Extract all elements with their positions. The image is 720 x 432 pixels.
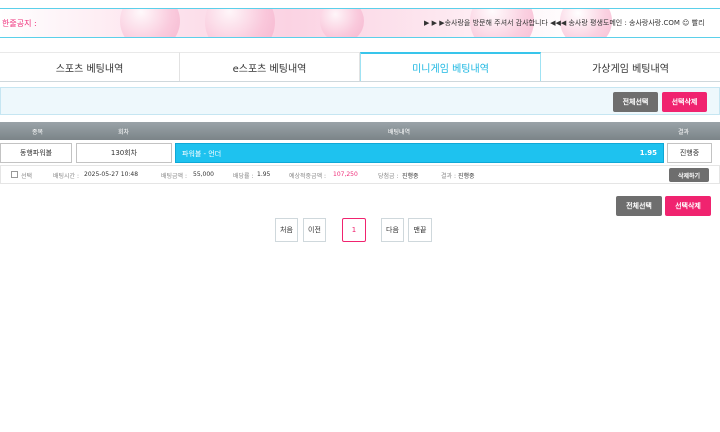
header-result: 결과 [678,129,690,136]
bet-amount-value: 55,000 [193,171,214,178]
select-checkbox[interactable] [11,171,18,178]
select-all-button-bottom[interactable]: 전체선택 [616,196,662,216]
page-prev-button[interactable]: 이전 [303,218,326,242]
expected-value: 107,250 [333,171,358,178]
betting-history-tabs: 스포츠 베팅내역 e스포츠 베팅내역 미니게임 베팅내역 가상게임 베팅내역 [0,52,720,82]
delete-selected-button-bottom[interactable]: 선택삭제 [665,196,711,216]
table-header: 종목 회차 배팅내역 결과 [0,122,720,140]
tab-virtual[interactable]: 가상게임 베팅내역 [541,52,720,81]
delete-selected-button[interactable]: 선택삭제 [662,92,707,112]
page-last-button[interactable]: 맨끝 [408,218,432,242]
notice-marquee-text: ▶ ▶ ▶송사랑을 방문해 주셔서 감사합니다 ◀◀◀ 송사랑 평생도메인 : … [424,19,705,27]
status-cell: 진행중 [667,143,712,163]
page-first-button[interactable]: 처음 [275,218,298,242]
bet-info-row: 선택 배팅시간 : 2025-05-27 10:48 배팅금액 : 55,000… [0,165,720,184]
expected-label: 예상적중금액 : [289,173,327,180]
page-current[interactable]: 1 [342,218,366,242]
candy-decoration [320,9,364,37]
round-cell: 130회차 [76,143,172,163]
tab-sports[interactable]: 스포츠 베팅내역 [0,52,180,81]
table-row: 동행파워볼 130회차 파워볼 - 언더 1.95 진행중 [0,143,720,163]
delete-bet-button[interactable]: 삭제하기 [669,168,709,182]
bet-time-value: 2025-05-27 10:48 [84,171,139,178]
notice-label: 한줄공지 : [2,19,37,28]
pick-odds: 1.95 [639,149,657,157]
candy-decoration [205,9,275,37]
odds-value: 1.95 [257,171,271,178]
header-round: 회차 [118,129,130,136]
header-bet: 배팅내역 [388,129,411,136]
notice-bar: 한줄공지 : ▶ ▶ ▶송사랑을 방문해 주셔서 감사합니다 ◀◀◀ 송사랑 평… [0,8,720,38]
win-label: 당첨금 : [378,173,399,180]
bet-time-label: 배팅시간 : [53,173,80,180]
pick-name: 파워볼 - 언더 [182,150,222,158]
bet-pick-cell: 파워볼 - 언더 1.95 [175,143,664,163]
bet-amount-label: 배팅금액 : [161,173,188,180]
select-all-button[interactable]: 전체선택 [613,92,658,112]
result-label: 결과 : [441,173,456,180]
top-action-bar: 전체선택 선택삭제 [0,87,720,115]
header-game: 종목 [32,129,44,136]
odds-label: 배당률 : [233,173,254,180]
page-next-button[interactable]: 다음 [381,218,404,242]
select-label: 선택 [21,173,33,180]
win-value: 진행중 [402,173,419,180]
tab-minigame[interactable]: 미니게임 베팅내역 [360,52,541,81]
candy-decoration [120,9,180,37]
game-cell: 동행파워볼 [0,143,72,163]
tab-esports[interactable]: e스포츠 베팅내역 [180,52,360,81]
result-value: 진행중 [458,173,475,180]
